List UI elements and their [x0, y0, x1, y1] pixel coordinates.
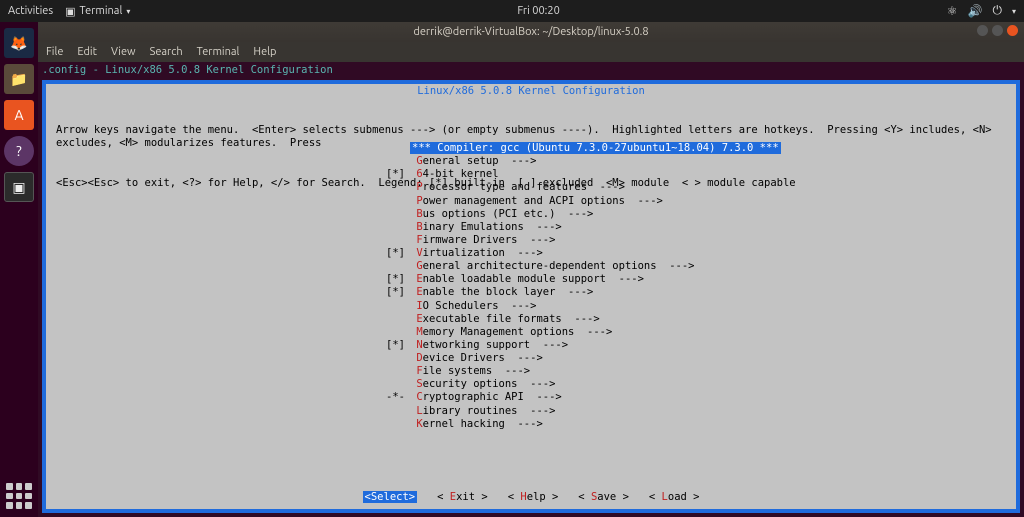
- dock: 🦊 📁 A ? ▣: [0, 22, 38, 517]
- menu-terminal[interactable]: Terminal: [197, 46, 240, 58]
- menu-file[interactable]: File: [46, 46, 63, 58]
- menu-item[interactable]: Kernel hacking --->: [386, 418, 781, 431]
- window-titlebar[interactable]: derrik@derrik-VirtualBox: ~/Desktop/linu…: [38, 22, 1024, 42]
- menu-item[interactable]: Device Drivers --->: [386, 352, 781, 365]
- menuconfig-action-button[interactable]: <Select>: [363, 491, 418, 503]
- menu-item[interactable]: General setup --->: [386, 155, 781, 168]
- menuconfig-menu-list[interactable]: *** Compiler: gcc (Ubuntu 7.3.0-27ubuntu…: [386, 142, 781, 431]
- menu-item[interactable]: Memory Management options --->: [386, 326, 781, 339]
- menuconfig-action-button[interactable]: < Load >: [649, 491, 700, 503]
- help-icon[interactable]: ?: [4, 136, 34, 166]
- terminal-launcher-icon[interactable]: ▣: [4, 172, 34, 202]
- menu-item[interactable]: File systems --->: [386, 365, 781, 378]
- menu-item[interactable]: Security options --->: [386, 378, 781, 391]
- activities-button[interactable]: Activities: [8, 5, 53, 17]
- files-icon[interactable]: 📁: [4, 64, 34, 94]
- config-path-line: .config - Linux/x86 5.0.8 Kernel Configu…: [38, 62, 1024, 78]
- menu-item[interactable]: [*] Networking support --->: [386, 339, 781, 352]
- menu-item[interactable]: [*] Enable the block layer --->: [386, 286, 781, 299]
- menu-item[interactable]: -*- Cryptographic API --->: [386, 391, 781, 404]
- menuconfig-frame: Linux/x86 5.0.8 Kernel Configuration Arr…: [42, 80, 1020, 513]
- menuconfig-button-bar: <Select> < Exit > < Help > < Save > < Load >: [46, 491, 1016, 503]
- menu-item[interactable]: Power management and ACPI options --->: [386, 195, 781, 208]
- menu-view[interactable]: View: [111, 46, 136, 58]
- software-icon[interactable]: A: [4, 100, 34, 130]
- network-icon[interactable]: ⚛: [947, 4, 958, 18]
- chevron-down-icon[interactable]: ▾: [1012, 7, 1016, 16]
- power-icon[interactable]: ⏻: [992, 4, 1002, 18]
- volume-icon[interactable]: 🔊: [968, 4, 983, 18]
- menu-item[interactable]: [*] 64-bit kernel: [386, 168, 781, 181]
- menu-item[interactable]: Firmware Drivers --->: [386, 234, 781, 247]
- menu-item[interactable]: Library routines --->: [386, 405, 781, 418]
- menu-item[interactable]: Processor type and features --->: [386, 181, 781, 194]
- menu-help[interactable]: Help: [253, 46, 276, 58]
- app-menu[interactable]: ▣ Terminal ▾: [65, 5, 130, 18]
- menuconfig-panel: Linux/x86 5.0.8 Kernel Configuration Arr…: [46, 84, 1016, 509]
- menu-item[interactable]: Executable file formats --->: [386, 313, 781, 326]
- window-menubar: File Edit View Search Terminal Help: [38, 42, 1024, 62]
- app-menu-label: Terminal: [80, 5, 123, 17]
- clock[interactable]: Fri 00:20: [517, 5, 559, 17]
- terminal-window: derrik@derrik-VirtualBox: ~/Desktop/linu…: [38, 22, 1024, 517]
- menuconfig-action-button[interactable]: < Exit >: [437, 491, 488, 503]
- terminal-icon: ▣: [65, 5, 75, 18]
- minimize-button[interactable]: [977, 25, 988, 36]
- firefox-icon[interactable]: 🦊: [4, 28, 34, 58]
- show-applications-icon[interactable]: [6, 483, 32, 509]
- gnome-top-bar: Activities ▣ Terminal ▾ Fri 00:20 ⚛ 🔊 ⏻ …: [0, 0, 1024, 22]
- close-button[interactable]: [1007, 25, 1018, 36]
- menu-search[interactable]: Search: [150, 46, 183, 58]
- menu-item[interactable]: *** Compiler: gcc (Ubuntu 7.3.0-27ubuntu…: [386, 142, 781, 155]
- menu-edit[interactable]: Edit: [77, 46, 97, 58]
- menu-item[interactable]: Bus options (PCI etc.) --->: [386, 208, 781, 221]
- menu-item[interactable]: [*] Enable loadable module support --->: [386, 273, 781, 286]
- terminal-viewport[interactable]: .config - Linux/x86 5.0.8 Kernel Configu…: [38, 62, 1024, 517]
- maximize-button[interactable]: [992, 25, 1003, 36]
- menu-item[interactable]: General architecture-dependent options -…: [386, 260, 781, 273]
- window-title: derrik@derrik-VirtualBox: ~/Desktop/linu…: [413, 26, 648, 38]
- menu-item[interactable]: IO Schedulers --->: [386, 300, 781, 313]
- menuconfig-action-button[interactable]: < Save >: [578, 491, 629, 503]
- menuconfig-action-button[interactable]: < Help >: [508, 491, 559, 503]
- menu-item[interactable]: Binary Emulations --->: [386, 221, 781, 234]
- menuconfig-title: Linux/x86 5.0.8 Kernel Configuration: [46, 84, 1016, 98]
- menu-item[interactable]: [*] Virtualization --->: [386, 247, 781, 260]
